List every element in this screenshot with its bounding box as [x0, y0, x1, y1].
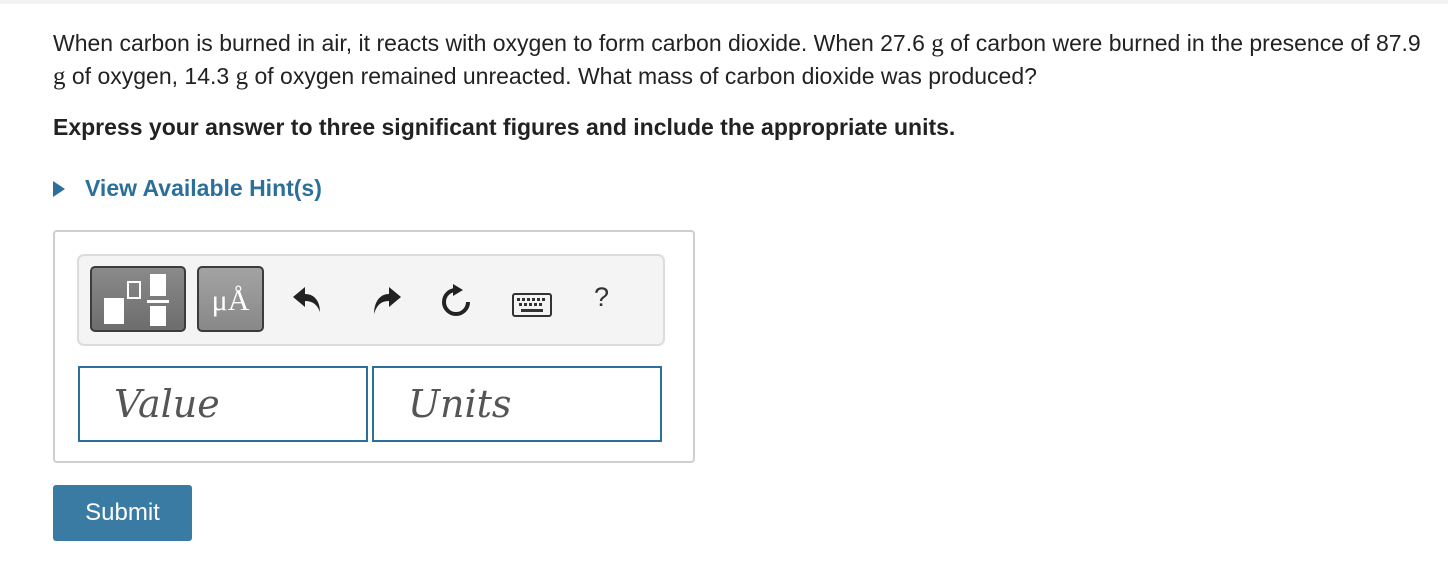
redo-icon[interactable] [369, 284, 403, 318]
answer-instruction: Express your answer to three significant… [53, 114, 956, 140]
value-placeholder: Value [114, 382, 220, 426]
help-icon[interactable]: ? [594, 282, 609, 313]
units-button[interactable]: μÅ [197, 266, 264, 332]
caret-right-icon [53, 180, 65, 197]
question-text-part-2: of carbon were burned in the presence of… [943, 30, 1421, 56]
units-placeholder: Units [408, 382, 512, 426]
keyboard-icon[interactable] [512, 293, 552, 317]
question-text-part-4: of oxygen remained unreacted. What mass … [248, 63, 1037, 89]
math-toolbar: μÅ ? [77, 254, 665, 346]
undo-icon[interactable] [291, 284, 325, 316]
templates-button[interactable] [90, 266, 186, 332]
reset-icon[interactable] [439, 283, 473, 319]
question-text: When carbon is burned in air, it reacts … [53, 27, 1423, 93]
templates-icon [104, 274, 169, 326]
answer-panel: μÅ ? Value Units [53, 230, 695, 463]
units-input[interactable]: Units [372, 366, 662, 442]
view-hints-label: View Available Hint(s) [85, 175, 322, 201]
question-text-part-3: of oxygen, 14.3 [65, 63, 236, 89]
question-text-part-1: When carbon is burned in air, it reacts … [53, 30, 932, 56]
unit-gram: g [931, 30, 944, 57]
units-icon: μÅ [211, 284, 250, 317]
view-hints-toggle[interactable]: View Available Hint(s) [53, 175, 322, 202]
value-input[interactable]: Value [78, 366, 368, 442]
unit-gram: g [235, 63, 249, 90]
submit-button[interactable]: Submit [53, 485, 192, 541]
unit-gram: g [53, 63, 66, 90]
top-divider [0, 0, 1448, 4]
